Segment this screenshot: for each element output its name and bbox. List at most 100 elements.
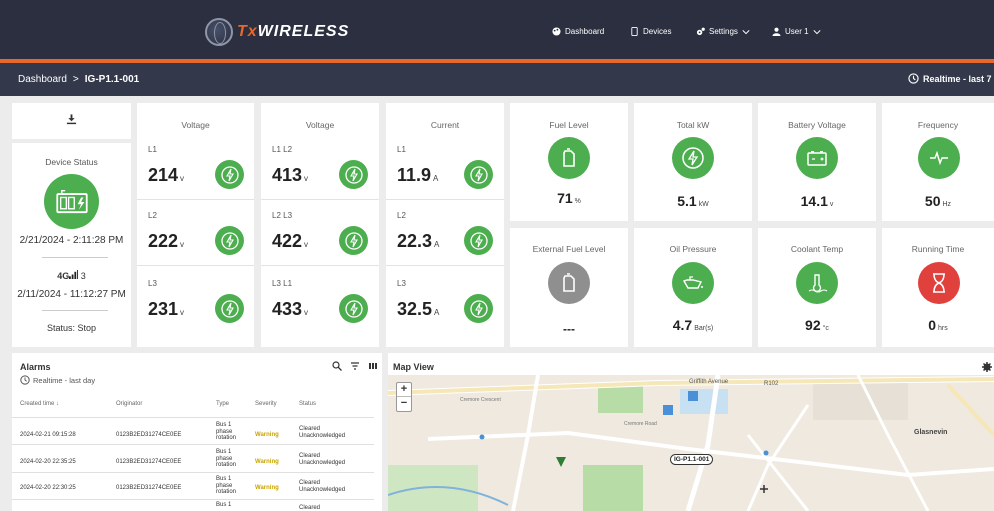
card-title: Oil Pressure <box>669 244 717 254</box>
cell-type: Bus 1 phase rotation <box>216 476 237 495</box>
phase-label: L3 L1 <box>272 279 293 288</box>
nav-user[interactable]: User 1 <box>772 27 821 36</box>
cell-created: 2024-02-21 09:15:28 <box>20 432 76 438</box>
card-title: External Fuel Level <box>532 244 606 254</box>
signal-value: 3 <box>80 271 86 281</box>
phase-label: L1 <box>397 145 406 154</box>
column-header-severity[interactable]: Severity <box>255 401 277 407</box>
cell-originator: 0123B2ED31274CE0EE <box>116 485 182 491</box>
voltage-l2-value: 222 v <box>148 231 185 251</box>
card-title: Fuel Level <box>549 120 589 130</box>
lightning-icon <box>215 160 244 189</box>
cell-originator: 0123B2ED31274CE0EE <box>116 459 182 465</box>
cell-type: Bus 1 phase rotation <box>216 449 237 468</box>
lightning-icon <box>672 137 714 179</box>
column-header-type[interactable]: Type <box>216 401 229 407</box>
map-canvas[interactable]: Griffith Avenue R102 Glasnevin Cremore C… <box>388 375 994 511</box>
total-kw-card: Total kW 5.1 kW <box>634 103 752 221</box>
thermometer-icon <box>796 262 838 304</box>
fuel-level-card: Fuel Level 71% <box>510 103 628 221</box>
last-update-timestamp: 2/21/2024 - 2:11:28 PM <box>19 235 124 246</box>
generator-icon <box>44 174 99 229</box>
nav-dashboard[interactable]: Dashboard <box>552 27 604 36</box>
tablet-icon <box>631 27 638 36</box>
filter-icon[interactable] <box>350 361 360 371</box>
divider <box>12 444 374 445</box>
column-header-status[interactable]: Status <box>299 401 316 407</box>
chevron-down-icon <box>813 29 821 34</box>
nav-settings-label: Settings <box>709 27 738 36</box>
frequency-card: Frequency 50 Hz <box>882 103 994 221</box>
download-card <box>12 103 131 139</box>
lightning-icon <box>339 294 368 323</box>
phase-label: L2 <box>148 211 157 220</box>
map-road-label: R102 <box>764 381 779 387</box>
nav-dashboard-label: Dashboard <box>565 27 605 36</box>
phase-label: L1 <box>148 145 157 154</box>
zoom-in-button[interactable]: + <box>397 383 411 397</box>
divider <box>261 265 379 266</box>
oil-pressure-card: Oil Pressure 4.7 Bar(s) <box>634 228 752 347</box>
lightning-icon <box>215 294 244 323</box>
oil-pressure-value: 4.7 Bar(s) <box>672 317 714 333</box>
zoom-out-button[interactable]: − <box>397 397 411 411</box>
voltage-l1-value: 214 v <box>148 165 185 185</box>
signal-strength: 4G 3 <box>12 270 131 281</box>
columns-icon[interactable] <box>368 361 378 371</box>
cell-status: Cleared Unacknowledged <box>299 480 346 493</box>
cell-status: Cleared Unacknowledged <box>299 453 346 466</box>
gear-icon[interactable] <box>982 362 992 372</box>
breadcrumb-current: IG-P1.1-001 <box>84 74 140 85</box>
chevron-down-icon <box>742 29 750 34</box>
column-header-created[interactable]: Created time ↓ <box>20 401 59 407</box>
brand-logo[interactable]: TxWIRELESS <box>205 18 349 46</box>
cell-severity: Warning <box>255 485 279 491</box>
lightning-icon <box>464 226 493 255</box>
nav-settings[interactable]: Settings <box>696 27 750 36</box>
card-title: Running Time <box>911 244 965 254</box>
alarms-timewindow[interactable]: Realtime - last day <box>20 375 95 385</box>
phase-label: L3 <box>148 279 157 288</box>
card-title: Voltage <box>305 120 335 130</box>
last-connect-timestamp: 2/11/2024 - 11:12:27 PM <box>17 289 126 300</box>
cell-severity: Warning <box>255 432 279 438</box>
lightning-icon <box>215 226 244 255</box>
download-icon[interactable] <box>66 113 77 125</box>
signal-bars-icon <box>69 270 79 279</box>
divider <box>42 310 108 311</box>
breadcrumb-separator: > <box>72 74 79 85</box>
search-icon[interactable] <box>332 361 342 371</box>
divider <box>12 417 374 418</box>
map-title: Map View <box>393 362 434 372</box>
card-title: Coolant Temp <box>790 244 844 254</box>
column-header-originator[interactable]: Originator <box>116 401 142 407</box>
oil-can-icon <box>672 262 714 304</box>
user-icon <box>772 27 781 36</box>
divider <box>386 265 504 266</box>
hourglass-icon <box>918 262 960 304</box>
battery-icon <box>796 137 838 179</box>
voltage-l2l3-value: 422 v <box>272 231 309 251</box>
breadcrumb-root[interactable]: Dashboard <box>18 74 67 85</box>
alarms-timewindow-label: Realtime - last day <box>33 375 96 385</box>
lightning-icon <box>339 226 368 255</box>
card-title: Current <box>430 120 460 130</box>
pulse-icon <box>918 137 960 179</box>
phase-label: L3 <box>397 279 406 288</box>
card-title: Total kW <box>676 120 710 130</box>
alarm-toolbar <box>332 361 378 371</box>
timewindow-selector[interactable]: Realtime - last 7 da <box>908 73 994 84</box>
coolant-temp-card: Coolant Temp 92 °c <box>758 228 876 347</box>
nav-devices[interactable]: Devices <box>630 27 671 36</box>
map-pin-icon[interactable] <box>556 457 566 467</box>
map-tiles <box>388 375 994 511</box>
divider <box>42 257 108 258</box>
timewindow-label: Realtime - last 7 da <box>923 73 994 84</box>
divider <box>12 499 374 500</box>
voltage-l3l1-value: 433 v <box>272 299 309 319</box>
map-street-label: Griffith Avenue <box>689 379 729 385</box>
fuel-can-icon <box>548 262 590 304</box>
map-marker-label[interactable]: IG-P1.1-001 <box>670 454 714 465</box>
cell-created: 2024-02-20 22:30:25 <box>20 485 76 491</box>
device-status-title: Device Status <box>45 157 98 167</box>
